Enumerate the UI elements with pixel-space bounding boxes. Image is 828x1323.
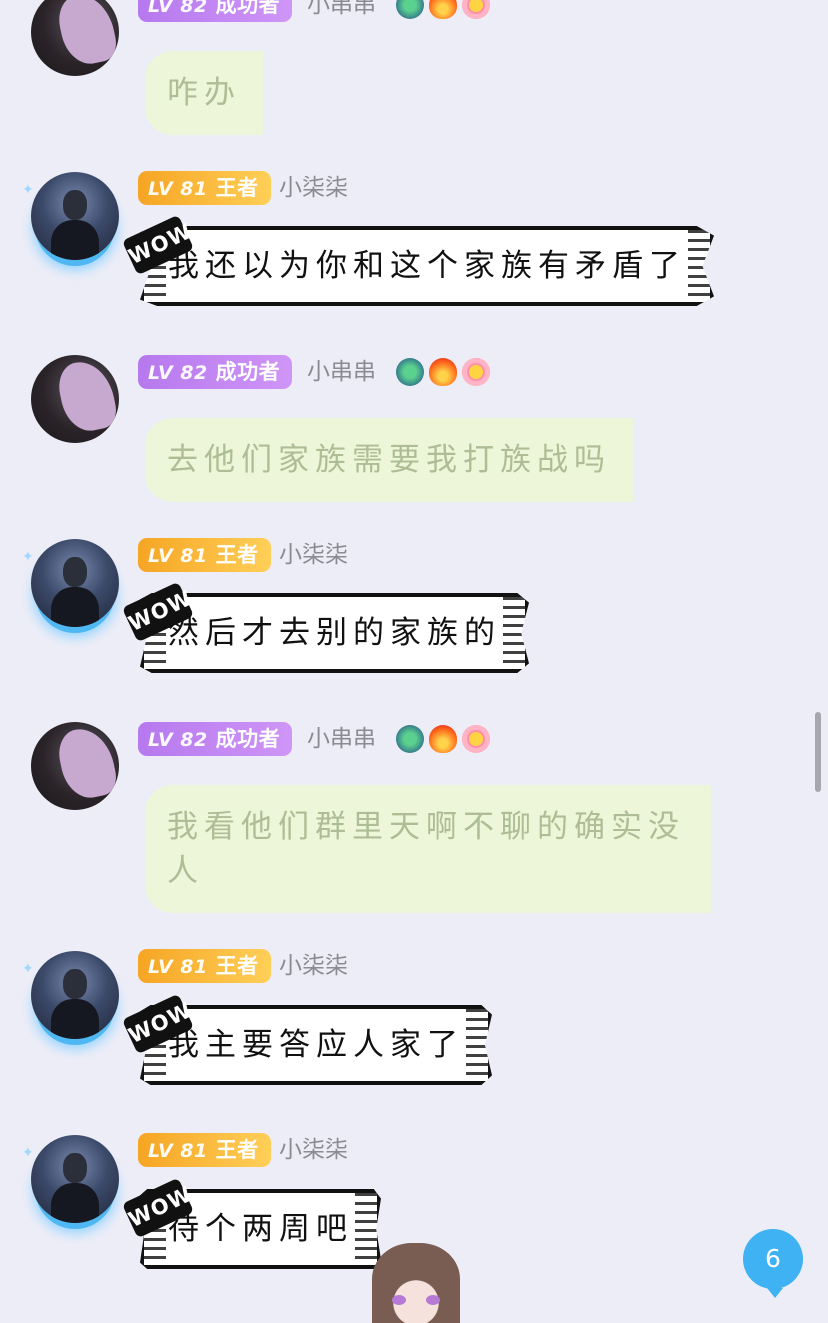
sparkle-icon: ✦	[22, 961, 34, 977]
username: 小串串	[307, 726, 376, 752]
dragon-icon	[396, 358, 424, 386]
avatar[interactable]	[31, 951, 119, 1039]
sparkle-icon: ✦	[22, 182, 34, 198]
smile-icon	[462, 358, 490, 386]
level-badge: LV 81 王者	[138, 171, 271, 205]
message-bubble[interactable]: 咋办	[145, 51, 263, 135]
sparkle-icon: ✦	[22, 549, 34, 565]
avatar[interactable]	[31, 0, 119, 76]
level-badge: LV 81 王者	[138, 538, 271, 572]
fire-icon	[429, 0, 457, 19]
emoji-medals	[396, 0, 490, 22]
username: 小串串	[307, 359, 376, 385]
message-bubble[interactable]: 去他们家族需要我打族战吗	[145, 418, 633, 502]
message-bubble[interactable]: 然后才去别的家族的	[140, 593, 529, 673]
avatar[interactable]	[31, 355, 119, 443]
smile-icon	[462, 725, 490, 753]
level-badge: LV 81 王者	[138, 1133, 271, 1167]
message-bubble[interactable]: 我还以为你和这个家族有矛盾了	[140, 226, 714, 306]
fire-icon	[429, 358, 457, 386]
avatar[interactable]	[31, 172, 119, 260]
emoji-medals	[396, 722, 490, 756]
level-badge: LV 82 成功者	[138, 0, 293, 22]
level-badge: LV 82 成功者	[138, 722, 293, 756]
avatar[interactable]	[31, 1135, 119, 1223]
message-text: 待个两周吧	[168, 1211, 353, 1247]
level-badge: LV 81 王者	[138, 949, 271, 983]
sparkle-icon: ✦	[22, 1145, 34, 1161]
avatar[interactable]	[31, 722, 119, 810]
username: 小柒柒	[279, 542, 348, 568]
level-badge: LV 82 成功者	[138, 355, 293, 389]
fire-icon	[429, 725, 457, 753]
message-bubble[interactable]: 我看他们群里天啊不聊的确实没人	[145, 785, 711, 913]
dragon-icon	[396, 0, 424, 19]
scrollbar[interactable]	[815, 712, 821, 792]
anime-avatar-peek[interactable]	[372, 1243, 460, 1323]
unread-count-badge[interactable]: 6	[743, 1229, 803, 1298]
username: 小柒柒	[279, 953, 348, 979]
message-text: 我主要答应人家了	[168, 1027, 464, 1063]
username: 小柒柒	[279, 175, 348, 201]
username: 小柒柒	[279, 1137, 348, 1163]
emoji-medals	[396, 355, 490, 389]
username: 小串串	[307, 0, 376, 18]
avatar[interactable]	[31, 539, 119, 627]
dragon-icon	[396, 725, 424, 753]
message-text: 然后才去别的家族的	[168, 615, 501, 651]
smile-icon	[462, 0, 490, 19]
message-text: 我还以为你和这个家族有矛盾了	[168, 248, 686, 284]
